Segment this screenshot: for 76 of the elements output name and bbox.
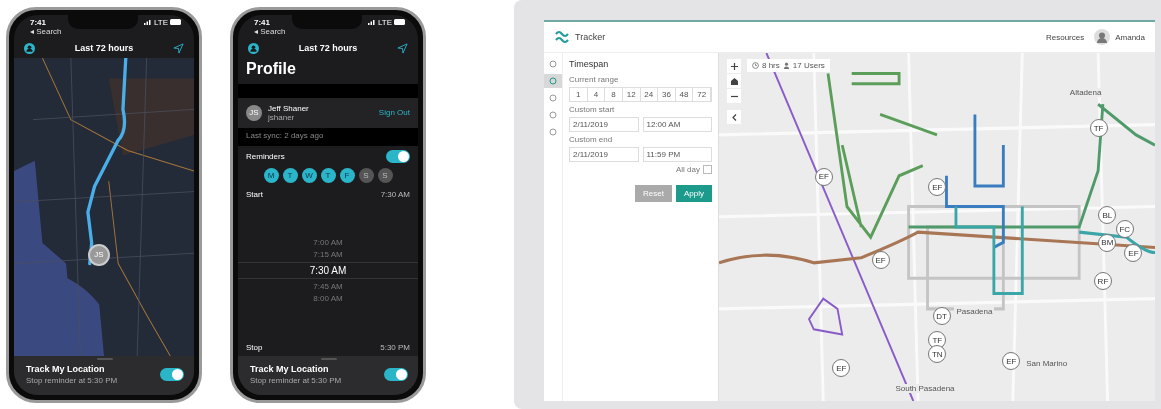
track-title: Track My Location xyxy=(26,363,106,374)
chevron-left-icon xyxy=(730,113,738,121)
user-name[interactable]: Amanda xyxy=(1115,32,1145,42)
zoom-in-button[interactable] xyxy=(727,59,741,73)
app-name: Tracker xyxy=(575,32,606,42)
place-label: Altadena xyxy=(1067,87,1104,97)
day-toggle[interactable]: T xyxy=(282,167,298,183)
battery-icon xyxy=(170,19,182,25)
time-option[interactable]: 7:30 AM xyxy=(238,262,418,279)
page-title: Profile xyxy=(245,58,297,79)
start-label: Start xyxy=(246,189,263,199)
time-option[interactable]: 7:45 AM xyxy=(313,282,343,291)
day-toggle[interactable]: S xyxy=(377,167,393,183)
track-toggle[interactable] xyxy=(384,367,408,381)
start-label: Custom start xyxy=(569,105,616,114)
location-arrow-icon[interactable] xyxy=(397,42,408,54)
panel-title: Timespan xyxy=(569,59,610,69)
day-toggle[interactable]: M xyxy=(263,167,279,183)
time-option[interactable]: 7:15 AM xyxy=(313,250,343,259)
day-toggle[interactable]: T xyxy=(320,167,336,183)
signal-icon xyxy=(143,19,152,25)
users-filter[interactable]: 17 Users xyxy=(792,61,825,70)
back-link[interactable]: ◂ Search xyxy=(254,26,286,36)
profile-icon[interactable] xyxy=(248,42,259,54)
collapse-button[interactable] xyxy=(727,110,741,124)
users-icon xyxy=(782,62,790,69)
stop-time[interactable]: 5:30 PM xyxy=(380,342,410,352)
time-option[interactable]: 7:00 AM xyxy=(313,238,343,247)
user-avatar: JS xyxy=(246,104,262,121)
network-label: LTE xyxy=(377,17,392,27)
home-button[interactable] xyxy=(727,74,741,88)
clock-icon xyxy=(752,62,759,69)
home-icon xyxy=(730,77,738,85)
place-label: South Pasadena xyxy=(893,383,957,393)
place-label: Pasadena xyxy=(954,307,995,317)
user-name: Jeff Shaner xyxy=(268,103,310,113)
back-link[interactable]: ◂ Search xyxy=(30,26,62,36)
stop-label: Stop xyxy=(246,342,263,352)
hours-filter[interactable]: 8 hrs xyxy=(762,61,780,70)
battery-icon xyxy=(394,19,406,25)
track-subtitle: Stop reminder at 5:30 PM xyxy=(250,375,342,385)
location-arrow-icon[interactable] xyxy=(173,42,184,54)
track-toggle[interactable] xyxy=(160,367,184,381)
profile-icon[interactable] xyxy=(24,42,35,54)
range-label: Current range xyxy=(569,75,620,84)
date-select[interactable]: 2/11/2019 xyxy=(569,147,639,162)
day-toggle[interactable]: S xyxy=(358,167,374,183)
zoom-out-button[interactable] xyxy=(727,89,741,103)
all-day-label: All day xyxy=(676,165,700,174)
end-label: Custom end xyxy=(569,135,614,144)
status-time: 7:41 xyxy=(30,17,47,27)
logo-icon xyxy=(554,30,570,44)
last-sync-text: Last sync: 2 days ago xyxy=(246,130,324,140)
sign-out-link[interactable]: Sign Out xyxy=(378,108,410,117)
resources-link[interactable]: Resources xyxy=(1045,32,1085,42)
time-select[interactable]: 11:59 PM xyxy=(642,147,712,162)
avatar-icon[interactable] xyxy=(1094,29,1111,45)
date-select[interactable]: 2/11/2019 xyxy=(569,117,639,132)
header-title: Last 72 hours xyxy=(298,43,358,53)
header-title: Last 72 hours xyxy=(74,43,134,53)
status-time: 7:41 xyxy=(254,17,271,27)
signal-icon xyxy=(367,19,376,25)
day-toggle[interactable]: W xyxy=(301,167,317,183)
network-label: LTE xyxy=(153,17,168,27)
time-option[interactable]: 8:00 AM xyxy=(313,294,343,303)
time-select[interactable]: 12:00 AM xyxy=(642,117,712,132)
track-subtitle: Stop reminder at 5:30 PM xyxy=(26,375,118,385)
user-handle: jshaner xyxy=(268,112,296,122)
track-title: Track My Location xyxy=(250,363,330,374)
day-toggle[interactable]: F xyxy=(339,167,355,183)
place-label: San Marino xyxy=(1024,359,1070,369)
reminders-toggle[interactable] xyxy=(386,149,410,163)
all-day-checkbox[interactable] xyxy=(703,165,712,174)
start-time[interactable]: 7:30 AM xyxy=(380,189,410,199)
plus-icon xyxy=(730,62,738,70)
reminders-label: Reminders xyxy=(246,151,285,161)
